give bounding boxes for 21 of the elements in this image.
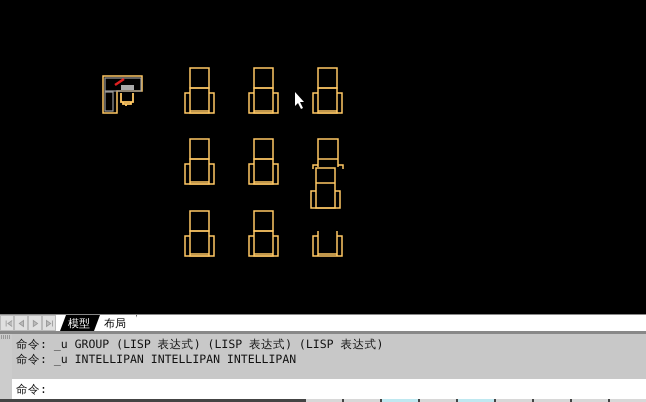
tab-scroll-button[interactable] <box>28 315 42 331</box>
command-prompt[interactable]: 命令: <box>12 379 646 399</box>
chair-drawing <box>248 210 279 257</box>
chair-drawing <box>248 138 279 185</box>
cursor-icon <box>295 92 304 109</box>
layout-tab[interactable]: 模型 <box>60 315 100 331</box>
chair-drawing <box>312 230 343 257</box>
command-line: 命令: _u GROUP (LISP 表达式) (LISP 表达式) (LISP 表达式) <box>16 337 384 352</box>
chair-drawing <box>184 138 215 185</box>
chair-drawing <box>184 210 215 257</box>
grip-icon <box>0 334 12 340</box>
chair-drawing <box>310 138 344 209</box>
command-line: 命令: _u INTELLIPAN INTELLIPAN INTELLIPAN <box>16 352 298 367</box>
tab-scroll-button[interactable] <box>0 315 14 331</box>
chair-drawing <box>312 67 343 114</box>
chair-drawing <box>248 67 279 114</box>
desk-drawing <box>102 75 143 114</box>
chair-drawing <box>184 67 215 114</box>
triangle-icon <box>43 318 55 328</box>
tab-scroll-button[interactable] <box>14 315 28 331</box>
tab-scroll-button[interactable] <box>42 315 56 331</box>
